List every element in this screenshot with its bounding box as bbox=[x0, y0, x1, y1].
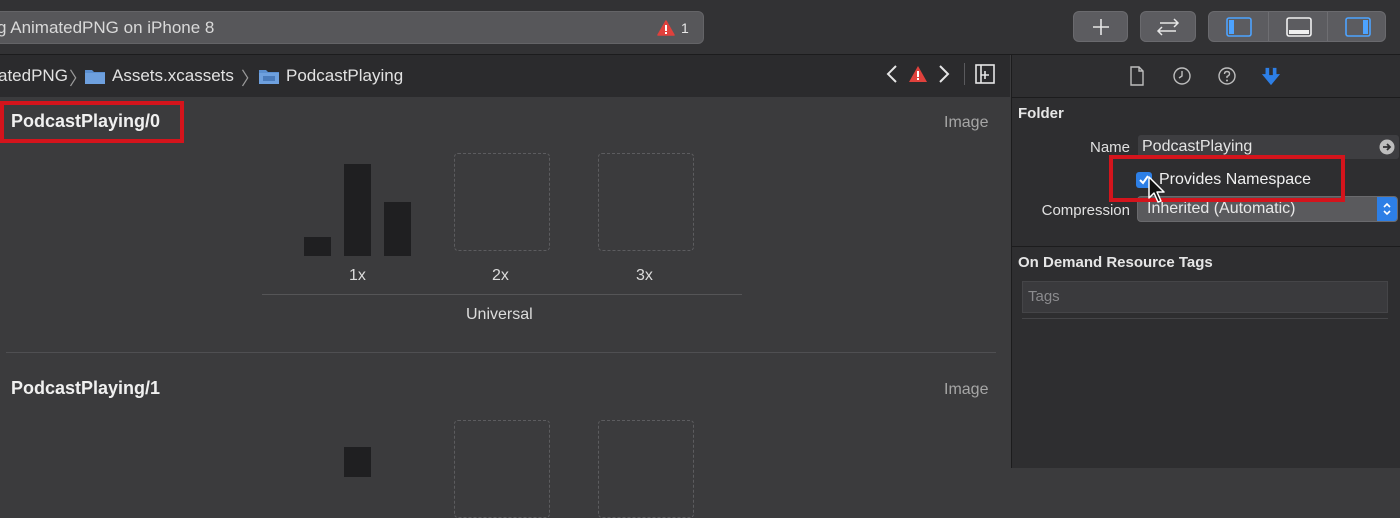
toggle-debug-area-button[interactable] bbox=[1268, 12, 1328, 41]
warning-count: 1 bbox=[681, 20, 689, 36]
image-bar bbox=[384, 202, 411, 256]
chevron-up-down-icon bbox=[1377, 197, 1397, 221]
warning-icon bbox=[657, 20, 675, 36]
folder-icon bbox=[259, 70, 279, 84]
breadcrumb-label: Assets.xcassets bbox=[112, 66, 234, 85]
tags-field[interactable]: Tags bbox=[1022, 281, 1388, 313]
set-title[interactable]: PodcastPlaying/1 bbox=[11, 378, 160, 399]
scale-label-3x: 3x bbox=[636, 267, 653, 284]
breadcrumb-label: PodcastPlaying bbox=[286, 66, 404, 85]
inspector-panel: Folder Name PodcastPlaying Provides Name… bbox=[1011, 55, 1400, 468]
breadcrumb-separator-icon: 〉 bbox=[241, 69, 259, 89]
left-panel-icon bbox=[1225, 16, 1252, 37]
activity-viewer[interactable]: g AnimatedPNG on iPhone 8 1 bbox=[0, 11, 704, 44]
image-bar bbox=[344, 447, 371, 477]
section-header-on-demand-resource-tags: On Demand Resource Tags bbox=[1018, 254, 1213, 271]
panel-toggle-group bbox=[1208, 11, 1386, 42]
scale-label-1x: 1x bbox=[349, 267, 366, 284]
back-forward-arrows-icon bbox=[1156, 17, 1180, 36]
warning-badge[interactable]: 1 bbox=[657, 19, 689, 37]
device-group-label: Universal bbox=[466, 306, 533, 323]
clock-icon bbox=[1173, 67, 1191, 85]
inspector-tabs bbox=[1012, 55, 1400, 98]
tags-placeholder: Tags bbox=[1028, 288, 1060, 305]
compression-label: Compression bbox=[1041, 202, 1130, 219]
highlight-box bbox=[1109, 155, 1345, 202]
set-divider bbox=[6, 352, 996, 353]
help-icon bbox=[1218, 67, 1236, 85]
folder-icon bbox=[85, 70, 105, 84]
breadcrumb-podcast-playing[interactable]: PodcastPlaying bbox=[258, 66, 403, 86]
asset-catalog-editor: PodcastPlaying/0 Image 1x 2x 3x Universa… bbox=[0, 97, 1010, 518]
compression-value: Inherited (Automatic) bbox=[1147, 200, 1296, 217]
image-bar bbox=[344, 164, 371, 256]
mouse-cursor-icon bbox=[1148, 176, 1165, 203]
image-slot-2x[interactable] bbox=[454, 153, 550, 251]
device-group-divider bbox=[262, 294, 742, 295]
library-add-button[interactable] bbox=[1073, 11, 1128, 42]
code-review-button[interactable] bbox=[1140, 11, 1196, 42]
image-slot-3x[interactable] bbox=[598, 420, 694, 518]
toolbar: g AnimatedPNG on iPhone 8 1 bbox=[0, 0, 1400, 55]
set-title[interactable]: PodcastPlaying/0 bbox=[11, 111, 160, 132]
add-editor-icon[interactable] bbox=[975, 64, 995, 84]
scale-label-2x: 2x bbox=[492, 267, 509, 284]
chevron-right-icon[interactable] bbox=[938, 64, 950, 84]
toggle-navigator-button[interactable] bbox=[1209, 12, 1268, 41]
jump-bar-controls bbox=[886, 63, 995, 85]
name-field-value: PodcastPlaying bbox=[1142, 138, 1253, 155]
chevron-left-icon[interactable] bbox=[886, 64, 898, 84]
tab-quick-help[interactable] bbox=[1217, 66, 1237, 86]
right-panel-icon bbox=[1344, 16, 1371, 37]
section-divider bbox=[1012, 246, 1400, 247]
activity-status-text: g AnimatedPNG on iPhone 8 bbox=[0, 18, 215, 37]
jump-bar: atedPNG 〉 Assets.xcassets 〉 PodcastPlayi… bbox=[0, 55, 1010, 98]
attributes-inspector-icon bbox=[1261, 67, 1281, 86]
divider bbox=[1022, 318, 1388, 319]
divider bbox=[964, 63, 965, 85]
tab-history-inspector[interactable] bbox=[1172, 66, 1192, 86]
section-header-folder: Folder bbox=[1018, 105, 1064, 122]
breadcrumb-assets[interactable]: Assets.xcassets bbox=[84, 66, 234, 86]
breadcrumb-project[interactable]: atedPNG bbox=[0, 66, 68, 86]
warning-icon[interactable] bbox=[908, 65, 928, 83]
breadcrumb-label: atedPNG bbox=[0, 66, 68, 85]
tab-file-inspector[interactable] bbox=[1127, 66, 1147, 86]
toggle-inspector-button[interactable] bbox=[1327, 12, 1387, 41]
plus-icon bbox=[1092, 18, 1109, 35]
image-slot-3x[interactable] bbox=[598, 153, 694, 251]
image-bar bbox=[304, 237, 331, 256]
set-kind-label: Image bbox=[944, 381, 989, 398]
name-label: Name bbox=[1089, 139, 1130, 156]
image-slot-2x[interactable] bbox=[454, 420, 550, 518]
tab-attributes-inspector[interactable] bbox=[1261, 66, 1281, 86]
bottom-panel-icon bbox=[1285, 16, 1312, 37]
arrow-right-circle-icon[interactable] bbox=[1379, 139, 1395, 155]
document-icon bbox=[1130, 66, 1144, 86]
set-kind-label: Image bbox=[944, 114, 989, 131]
